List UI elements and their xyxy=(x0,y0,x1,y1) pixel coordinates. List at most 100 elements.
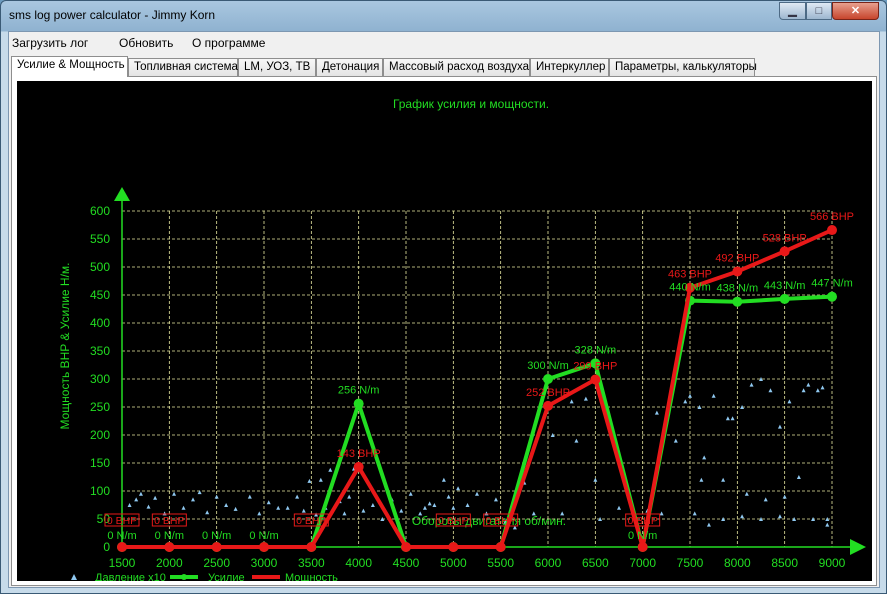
pressure-point xyxy=(820,385,825,390)
pressure-point xyxy=(777,424,782,429)
power-data-label: 463 BHP xyxy=(668,269,712,281)
app-window: sms log power calculator - Jimmy Korn ▁ … xyxy=(0,0,887,594)
y-tick-label: 350 xyxy=(90,344,110,358)
pressure-point xyxy=(214,494,219,499)
power-data-label: 0 BHP xyxy=(154,515,184,527)
x-tick-label: 4500 xyxy=(393,556,420,570)
power-point xyxy=(164,542,175,552)
y-tick-label: 500 xyxy=(90,260,110,274)
torque-point xyxy=(779,293,790,304)
pressure-point xyxy=(683,399,688,404)
power-point xyxy=(117,542,127,552)
tab-parameters[interactable]: Параметры, калькуляторы xyxy=(609,58,757,76)
torque-data-label: 438 N/m xyxy=(717,283,759,295)
power-data-label: 143 BHP xyxy=(337,448,381,460)
pressure-point xyxy=(342,511,347,516)
y-tick-label: 300 xyxy=(90,372,110,386)
torque-point xyxy=(353,398,364,409)
pressure-point xyxy=(721,477,726,482)
pressure-point xyxy=(569,399,574,404)
legend-pressure-marker xyxy=(71,574,77,580)
power-data-label: 0 BHP xyxy=(107,515,137,527)
pressure-point xyxy=(301,508,306,513)
tab-mass-airflow[interactable]: Массовый расход воздуха xyxy=(383,58,530,76)
tab-fuel-system[interactable]: Топливная система xyxy=(128,58,238,76)
power-point xyxy=(779,246,790,257)
legend-pressure-label: Давление x10 xyxy=(95,572,166,581)
power-point xyxy=(637,542,648,552)
power-series xyxy=(117,225,837,552)
pressure-point xyxy=(451,505,456,510)
torque-data-label: 0 N/m xyxy=(249,530,278,542)
pressure-point xyxy=(432,503,437,507)
title-bar[interactable]: sms log power calculator - Jimmy Korn ▁ … xyxy=(1,1,886,31)
pressure-point xyxy=(465,503,470,507)
pressure-point xyxy=(796,475,801,479)
pressure-point xyxy=(659,511,664,516)
pressure-point xyxy=(399,508,404,513)
pressure-point xyxy=(744,491,749,496)
pressure-point xyxy=(673,438,678,443)
pressure-point xyxy=(825,522,830,527)
tab-torque-power[interactable]: Усилие & Мощность xyxy=(11,56,128,77)
power-data-label: 0 BHP xyxy=(485,515,515,527)
pressure-point xyxy=(441,477,446,482)
maximize-button[interactable]: □ xyxy=(806,2,832,20)
pressure-point xyxy=(493,497,498,502)
pressure-point xyxy=(706,522,711,527)
torque-data-label: 443 N/m xyxy=(764,280,806,292)
x-tick-label: 2000 xyxy=(156,556,183,570)
pressure-point xyxy=(617,505,621,510)
pressure-point xyxy=(247,494,252,499)
pressure-point xyxy=(266,500,271,505)
tab-intercooler[interactable]: Интеркуллер xyxy=(530,58,609,76)
legend-power-label: Мощность xyxy=(285,572,338,581)
power-point xyxy=(353,461,364,472)
tab-lm-uoz-tv[interactable]: LM, УОЗ, ТВ xyxy=(238,58,316,76)
pressure-point xyxy=(172,491,177,496)
y-tick-label: 450 xyxy=(90,288,110,302)
torque-line xyxy=(122,294,833,549)
power-point xyxy=(259,542,269,552)
y-tick-label: 200 xyxy=(90,428,110,442)
chart-title: График усилия и мощности. xyxy=(393,97,549,111)
menu-refresh[interactable]: Обновить xyxy=(119,36,173,50)
x-tick-label: 5000 xyxy=(440,556,467,570)
torque-data-label: 328 N/m xyxy=(575,344,617,356)
y-axis-label: Мощность BHP & Усилие Н/м. xyxy=(58,262,72,429)
pressure-point xyxy=(307,478,312,483)
pressure-point xyxy=(446,494,451,499)
x-tick-label: 6000 xyxy=(535,556,562,570)
power-data-label: 528 BHP xyxy=(763,232,807,244)
chart-svg: График усилия и мощности. Обороты двигат… xyxy=(58,97,866,584)
pressure-point xyxy=(654,410,659,415)
torque-point xyxy=(827,291,837,302)
pressure-point xyxy=(257,511,262,516)
menu-about[interactable]: О программе xyxy=(192,36,265,50)
torque-point xyxy=(732,296,743,307)
y-tick-label: 600 xyxy=(90,204,110,218)
close-button[interactable]: ✕ xyxy=(832,2,879,20)
menu-bar: Загрузить лог Обновить О программе xyxy=(9,32,879,54)
tab-knock[interactable]: Детонация xyxy=(316,58,383,76)
pressure-point xyxy=(787,399,792,404)
menu-load-log[interactable]: Загрузить лог xyxy=(12,36,88,50)
power-torque-chart: График усилия и мощности. Обороты двигат… xyxy=(17,81,872,584)
y-tick-label: 150 xyxy=(90,456,110,470)
power-data-label: 252 BHP xyxy=(526,387,570,399)
x-tick-label: 9000 xyxy=(819,556,846,570)
y-tick-label: 400 xyxy=(90,316,110,330)
power-data-label: 299 BHP xyxy=(573,361,617,373)
pressure-point xyxy=(318,477,323,482)
power-point xyxy=(543,400,553,411)
minimize-button[interactable]: ▁ xyxy=(779,2,806,20)
pressure-point xyxy=(134,497,139,502)
pressure-point xyxy=(427,501,432,506)
pressure-point xyxy=(475,491,479,496)
pressure-point xyxy=(730,416,735,421)
power-point xyxy=(448,542,459,552)
power-data-label: 566 BHP xyxy=(810,211,854,223)
x-tick-label: 6500 xyxy=(582,556,609,570)
x-tick-label: 8000 xyxy=(724,556,751,570)
power-point xyxy=(495,542,506,552)
